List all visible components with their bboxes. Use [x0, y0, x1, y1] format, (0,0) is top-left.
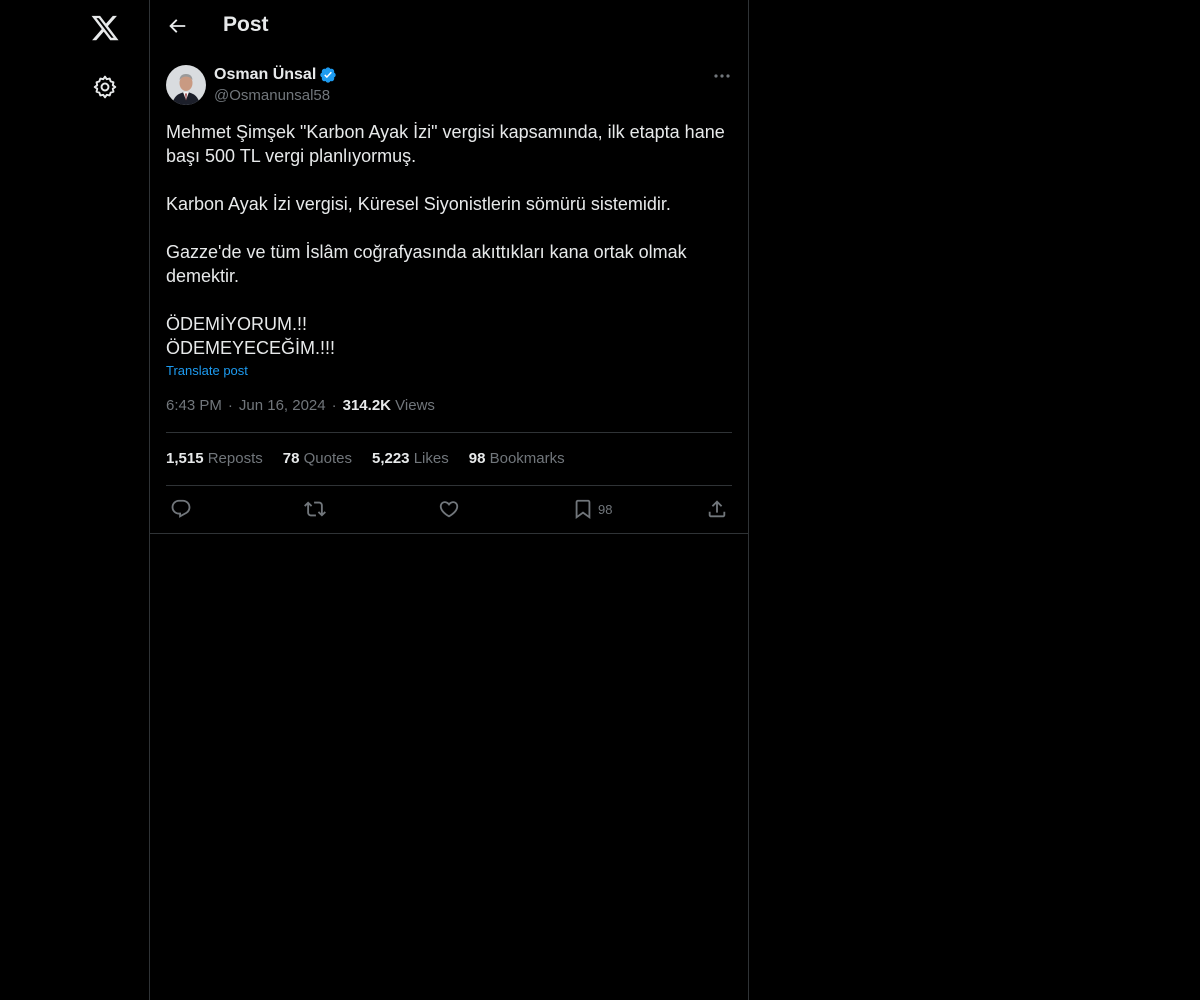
header: Post — [150, 0, 748, 54]
post-meta: 6:43 PM · Jun 16, 2024 · 314.2K Views — [166, 397, 435, 414]
views-label: Views — [395, 397, 435, 414]
share-icon — [708, 500, 726, 518]
post-time[interactable]: 6:43 PM — [166, 397, 222, 414]
post-actions: 98 — [166, 496, 732, 522]
repost-button[interactable] — [304, 496, 326, 522]
post: Osman Ünsal @Osmanunsal58 Mehmet Şimşek … — [150, 54, 748, 534]
post-text: Mehmet Şimşek "Karbon Ayak İzi" vergisi … — [166, 120, 732, 360]
views-count: 314.2K — [342, 397, 391, 414]
left-nav — [0, 0, 150, 1000]
post-date[interactable]: Jun 16, 2024 — [239, 397, 326, 414]
like-button[interactable] — [438, 496, 460, 522]
more-options-icon[interactable] — [710, 66, 734, 86]
post-paragraph: ÖDEMİYORUM.!! ÖDEMEYECEĞİM.!!! — [166, 314, 336, 358]
bookmarks-stat[interactable]: 98 Bookmarks — [469, 450, 565, 467]
avatar[interactable] — [166, 65, 206, 105]
likes-stat[interactable]: 5,223 Likes — [372, 450, 449, 467]
main-column: Post Osman Ünsal @Osmanunsal58 Mehmet Şi… — [149, 0, 749, 1000]
reply-button[interactable] — [170, 496, 192, 522]
post-paragraph: Mehmet Şimşek "Karbon Ayak İzi" vergisi … — [166, 122, 730, 166]
reply-icon — [171, 499, 191, 518]
repost-icon — [304, 501, 326, 517]
post-paragraph: Karbon Ayak İzi vergisi, Küresel Siyonis… — [166, 194, 671, 214]
post-paragraph: Gazze'de ve tüm İslâm coğrafyasında akıt… — [166, 242, 692, 286]
author-name-row: Osman Ünsal — [214, 66, 337, 84]
bookmark-button[interactable]: 98 — [572, 496, 612, 522]
quotes-stat[interactable]: 78 Quotes — [283, 450, 352, 467]
bookmark-icon — [575, 499, 591, 520]
divider — [166, 485, 732, 486]
meta-separator: · — [331, 397, 337, 414]
page-title: Post — [223, 13, 269, 36]
verified-badge-icon — [320, 67, 336, 83]
x-logo-icon[interactable] — [90, 13, 120, 43]
reposts-stat[interactable]: 1,515 Reposts — [166, 450, 263, 467]
translate-post-link[interactable]: Translate post — [166, 363, 248, 378]
divider — [166, 432, 732, 433]
post-stats: 1,515 Reposts 78 Quotes 5,223 Likes 98 B… — [166, 450, 565, 467]
meta-separator: · — [227, 397, 233, 414]
heart-icon — [439, 501, 459, 518]
arrow-left-icon[interactable] — [166, 15, 188, 37]
author-handle[interactable]: @Osmanunsal58 — [214, 87, 330, 104]
gear-icon[interactable] — [92, 74, 118, 100]
share-button[interactable] — [706, 496, 728, 522]
bookmark-count: 98 — [598, 501, 613, 517]
author-name[interactable]: Osman Ünsal — [214, 66, 316, 84]
